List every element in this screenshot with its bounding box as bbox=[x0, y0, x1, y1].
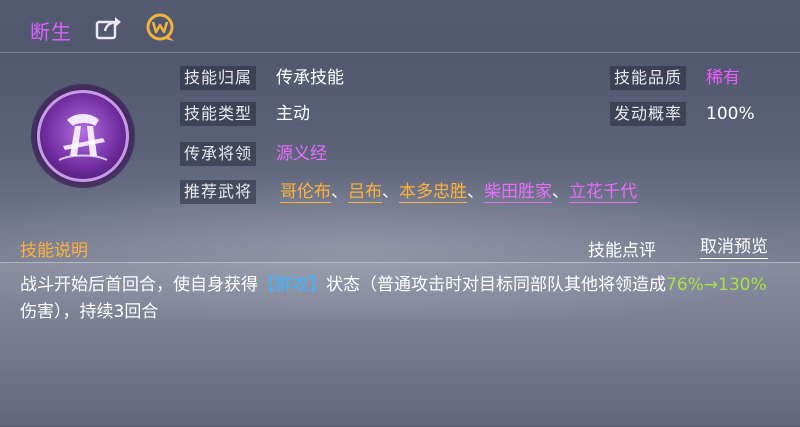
desc-percent: 76%→130% bbox=[666, 275, 767, 295]
recommended-general[interactable]: 本多忠胜 bbox=[399, 182, 467, 203]
type-label: 技能类型 bbox=[180, 102, 257, 126]
separator: 、 bbox=[552, 182, 569, 202]
recommended-general[interactable]: 柴田胜家 bbox=[484, 182, 552, 203]
chance-value: 100% bbox=[706, 104, 755, 124]
share-icon[interactable] bbox=[94, 14, 124, 42]
belong-value: 传承技能 bbox=[276, 68, 344, 88]
belong-label: 技能归属 bbox=[180, 66, 257, 90]
desc-keyword[interactable]: 【群攻】 bbox=[258, 275, 326, 295]
skill-emblem-icon bbox=[37, 90, 129, 182]
separator: 、 bbox=[382, 182, 399, 202]
recommended-general[interactable]: 哥伦布 bbox=[280, 182, 331, 203]
separator: 、 bbox=[331, 182, 348, 202]
skill-review-button[interactable]: 技能点评 bbox=[588, 236, 656, 261]
chance-label: 发动概率 bbox=[610, 102, 687, 126]
source-general-label: 传承将领 bbox=[180, 142, 257, 166]
type-value: 主动 bbox=[276, 104, 310, 124]
desc-text-3: 伤害），持续3回合 bbox=[20, 302, 159, 322]
quality-label: 技能品质 bbox=[610, 66, 687, 90]
desc-text-1: 战斗开始后首回合，使自身获得 bbox=[20, 275, 258, 295]
recommended-generals: 哥伦布、吕布、本多忠胜、柴田胜家、立花千代 bbox=[280, 180, 637, 204]
source-general-value[interactable]: 源义经 bbox=[276, 142, 327, 166]
recommended-general[interactable]: 吕布 bbox=[348, 182, 382, 203]
quality-value: 稀有 bbox=[706, 68, 740, 88]
header-bar: 断生 bbox=[0, 0, 800, 53]
cancel-preview-button[interactable]: 取消预览 bbox=[700, 236, 768, 259]
separator: 、 bbox=[467, 182, 484, 202]
recommended-general[interactable]: 立花千代 bbox=[569, 182, 637, 203]
skill-name: 断生 bbox=[30, 20, 72, 44]
skill-description-text: 战斗开始后首回合，使自身获得【群攻】状态（普通攻击时对目标同部队其他将领造成76… bbox=[20, 272, 780, 326]
recommend-label: 推荐武将 bbox=[180, 180, 257, 204]
chat-w-icon[interactable] bbox=[144, 12, 178, 44]
skill-description-title: 技能说明 bbox=[20, 241, 88, 261]
desc-text-2: 状态（普通攻击时对目标同部队其他将领造成 bbox=[326, 275, 666, 295]
